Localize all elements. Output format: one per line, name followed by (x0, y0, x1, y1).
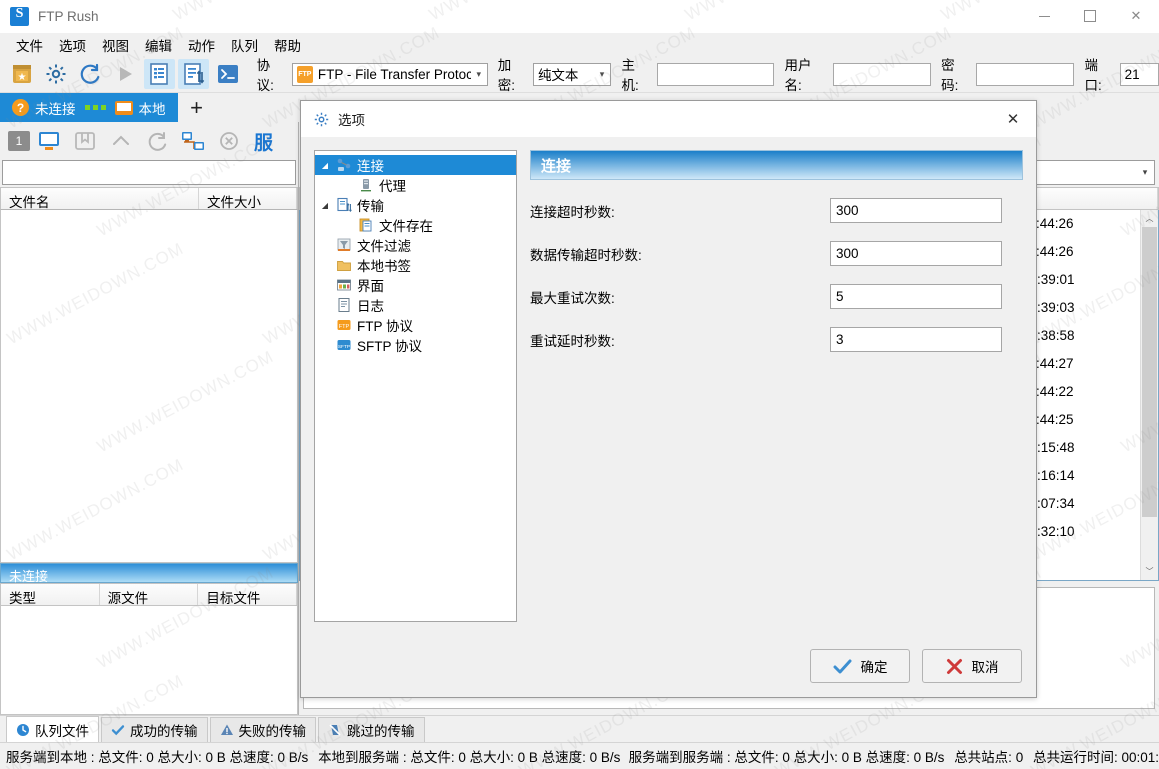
ftp-protocol-icon: FTP (336, 317, 352, 333)
transfer-icon (336, 197, 352, 213)
tree-item-label: 文件过滤 (357, 239, 411, 254)
field-input-2[interactable]: 5 (830, 284, 1002, 309)
options-tree[interactable]: ◢ 连接 代理 ◢ 传输 文件存在 文件过滤 本地书签 界面 日志 FTP FTP 协议 SFTP SFT… (314, 150, 517, 622)
field-label-1: 数据传输超时秒数: (530, 247, 642, 263)
tree-item-label: 本地书签 (357, 259, 411, 274)
file-filter-icon (336, 237, 352, 253)
twisty-expanded-icon[interactable]: ◢ (319, 201, 331, 210)
tree-item-label: 界面 (357, 279, 384, 294)
proxy-server-icon (358, 177, 374, 193)
cancel-button-label: 取消 (971, 660, 999, 675)
sftp-protocol-icon: SFTP (336, 337, 352, 353)
tree-item-9[interactable]: SFTP SFTP 协议 (315, 335, 516, 355)
tree-item-label: 代理 (379, 179, 406, 194)
check-icon (833, 659, 851, 673)
tree-item-2[interactable]: ◢ 传输 (315, 195, 516, 215)
field-input-3[interactable]: 3 (830, 327, 1002, 352)
tree-item-0[interactable]: ◢ 连接 (315, 155, 516, 175)
field-row-0: 连接超时秒数: 300 (530, 198, 1023, 223)
tree-item-label: SFTP 协议 (357, 339, 423, 354)
settings-field-list: 连接超时秒数: 300 数据传输超时秒数: 300 最大重试次数: 5 重试延时秒数: 3 (530, 198, 1023, 352)
folder-icon (336, 257, 352, 273)
options-dialog: 选项 ✕ ◢ 连接 代理 ◢ 传输 文件存在 文件过滤 本地书签 界面 日志 FTP FTP 协议 SF… (300, 100, 1037, 698)
cancel-button[interactable]: 取消 (922, 649, 1022, 683)
modal-overlay: 选项 ✕ ◢ 连接 代理 ◢ 传输 文件存在 文件过滤 本地书签 界面 日志 FTP FTP 协议 SF… (0, 0, 1159, 769)
field-row-1: 数据传输超时秒数: 300 (530, 241, 1023, 266)
ok-button[interactable]: 确定 (810, 649, 910, 683)
dialog-close-button[interactable]: ✕ (990, 101, 1036, 137)
tree-item-label: 传输 (357, 199, 384, 214)
dialog-title-bar: 选项 ✕ (301, 101, 1036, 137)
twisty-expanded-icon[interactable]: ◢ (319, 161, 331, 170)
dialog-footer: 确定 取消 (301, 635, 1036, 697)
field-input-1[interactable]: 300 (830, 241, 1002, 266)
tree-item-8[interactable]: FTP FTP 协议 (315, 315, 516, 335)
tree-item-5[interactable]: 本地书签 (315, 255, 516, 275)
svg-text:SFTP: SFTP (338, 344, 350, 350)
options-content-pane: 连接 连接超时秒数: 300 数据传输超时秒数: 300 最大重试次数: 5 重试延时秒数:… (530, 150, 1023, 622)
close-x-icon (946, 658, 962, 674)
section-title: 连接 (530, 150, 1023, 180)
field-input-0[interactable]: 300 (830, 198, 1002, 223)
field-row-2: 最大重试次数: 5 (530, 284, 1023, 309)
field-row-3: 重试延时秒数: 3 (530, 327, 1023, 352)
file-exists-icon (358, 217, 374, 233)
svg-text:FTP: FTP (339, 324, 350, 330)
dialog-title: 选项 (338, 113, 365, 128)
gear-icon (314, 112, 329, 126)
field-label-3: 重试延时秒数: (530, 333, 615, 349)
ok-button-label: 确定 (860, 660, 888, 675)
field-label-0: 连接超时秒数: (530, 204, 615, 220)
field-label-2: 最大重试次数: (530, 290, 615, 306)
tree-item-label: 日志 (357, 299, 384, 314)
dialog-body: ◢ 连接 代理 ◢ 传输 文件存在 文件过滤 本地书签 界面 日志 FTP FTP 协议 SFTP SFT… (301, 137, 1036, 635)
tree-item-label: FTP 协议 (357, 319, 414, 334)
tree-item-label: 连接 (357, 159, 384, 174)
log-icon (336, 297, 352, 313)
tree-item-7[interactable]: 日志 (315, 295, 516, 315)
tree-item-3[interactable]: 文件存在 (315, 215, 516, 235)
tree-item-1[interactable]: 代理 (315, 175, 516, 195)
tree-item-label: 文件存在 (379, 219, 433, 234)
tree-item-6[interactable]: 界面 (315, 275, 516, 295)
connection-icon (336, 157, 352, 173)
tree-item-4[interactable]: 文件过滤 (315, 235, 516, 255)
interface-icon (336, 277, 352, 293)
